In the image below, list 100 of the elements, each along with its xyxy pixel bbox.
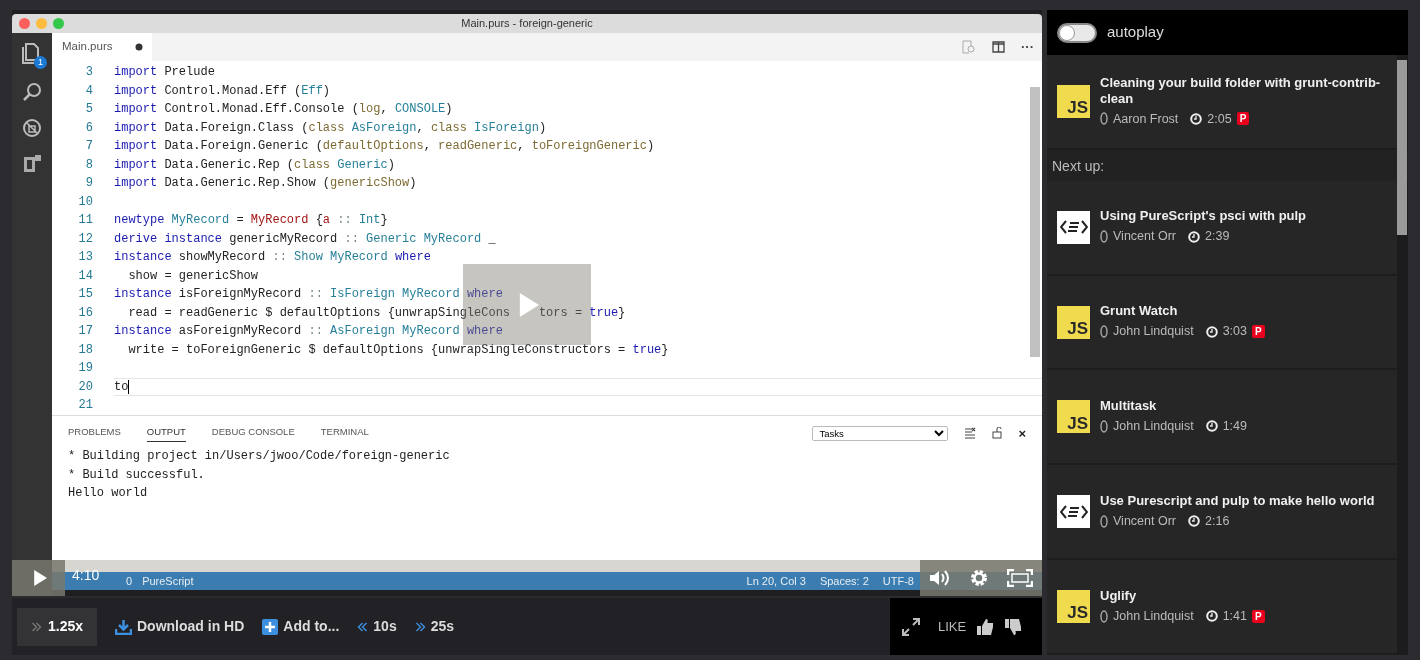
clock-icon	[1188, 515, 1200, 528]
download-button[interactable]: Download in HD	[115, 616, 245, 637]
editor-tab[interactable]: Main.purs	[52, 33, 152, 61]
oval-icon	[1100, 514, 1108, 528]
playlist-item[interactable]: Using PureScript's psci with pulp Vincent Orr 2:39	[1047, 180, 1397, 276]
like-label: LIKE	[938, 617, 967, 636]
oval-icon	[1100, 325, 1108, 339]
code-line: newtype MyRecord = MyRecord {a :: Int}	[114, 212, 388, 229]
settings-icon[interactable]	[969, 568, 989, 588]
speed-button[interactable]: 1.25x	[17, 607, 97, 646]
debug-icon[interactable]	[22, 117, 42, 138]
scrollbar[interactable]	[1030, 87, 1040, 357]
panel-tab[interactable]: TERMINAL	[320, 424, 369, 442]
add-button[interactable]: Add to...	[262, 616, 340, 637]
code-logo	[1057, 495, 1090, 529]
line-number: 17	[77, 323, 93, 341]
code-line: import Data.Generic.Rep (class Generic)	[114, 156, 395, 174]
clock-icon	[1205, 325, 1218, 338]
forward-button[interactable]: 25s	[414, 616, 455, 637]
js-logo: JS	[1057, 590, 1090, 624]
time-label: 4:10	[72, 566, 100, 585]
video-title: Uglify	[1100, 587, 1138, 604]
clear-output-icon[interactable]	[964, 427, 977, 440]
thumbs-up-icon[interactable]	[976, 617, 995, 636]
code-line: read = readGeneric $ defaultOptions {unwrapSingleCons	[127, 304, 511, 322]
line-number: 4	[84, 82, 93, 100]
close-button[interactable]: ×	[1018, 423, 1026, 443]
extensions-icon[interactable]	[22, 153, 42, 173]
code-line: tors = true}	[538, 304, 626, 322]
code-line: to	[114, 378, 130, 396]
oval-icon	[1100, 419, 1108, 433]
code-line: import Control.Monad.Eff (Eff)	[114, 82, 331, 100]
duration-label: 3:03	[1222, 323, 1247, 341]
playlist-item[interactable]: JS Multitask John Lindquist 1:49	[1047, 370, 1397, 466]
oval-icon	[1100, 609, 1108, 623]
duration-label: 2:05	[1207, 110, 1232, 128]
status-item[interactable]: Spaces: 2	[819, 572, 869, 590]
line-number: 12	[77, 230, 93, 248]
panel-tab[interactable]: DEBUG CONSOLE	[211, 424, 295, 442]
panel-tab[interactable]: PROBLEMS	[68, 424, 121, 442]
code-line: import Data.Foreign.Class (class AsForeign, class IsForeign)	[114, 119, 547, 137]
back-button[interactable]: 10s	[357, 616, 397, 637]
count-badge: 1	[34, 55, 47, 69]
duration-label: 1:41	[1222, 607, 1247, 625]
status-item[interactable]: Ln 20, Col 3	[746, 572, 806, 590]
expand-icon[interactable]	[902, 617, 920, 636]
play-button[interactable]	[12, 560, 65, 596]
code-line: import Control.Monad.Eff.Console (log, CONSOLE)	[114, 101, 453, 118]
lock-icon[interactable]	[992, 427, 1003, 440]
forward-chevrons-icon	[414, 621, 426, 632]
thumbs-down-icon[interactable]	[1004, 617, 1023, 636]
line-number: 13	[77, 249, 93, 267]
window-title: Main.purs - foreign-generic	[461, 16, 593, 32]
status-item[interactable]: 0	[126, 572, 133, 590]
output-line: * Building project in/Users/jwoo/Code/foreign-generic	[68, 448, 451, 465]
js-logo: JS	[1057, 84, 1090, 118]
line-number: 5	[84, 101, 93, 119]
code-line: instance isForeignMyRecord :: IsForeign MyRecord where	[114, 286, 503, 303]
line-number: 8	[84, 156, 93, 174]
autoplay-toggle[interactable]	[1057, 22, 1097, 43]
playlist-item[interactable]: JS Uglify John Lindquist 1:41 P	[1047, 560, 1397, 655]
code-line: write = toForeignGeneric $ defaultOptions {unwrapSingleConstructors = true}	[127, 341, 669, 359]
search-icon[interactable]	[22, 81, 42, 102]
code-line: instance showMyRecord :: Show MyRecord where	[114, 249, 431, 266]
duration-label: 1:49	[1222, 418, 1247, 435]
clock-icon	[1188, 230, 1200, 243]
author-name: Vincent Orr	[1113, 228, 1176, 246]
volume-icon[interactable]	[929, 569, 951, 587]
line-number: 10	[77, 193, 93, 211]
video-title: Using PureScript's psci with pulp	[1100, 208, 1307, 225]
code-line: instance asForeignMyRecord :: AsForeign MyRecord where	[114, 323, 503, 340]
path-link[interactable]: /Users/jwoo/Code/foreign-generic	[219, 449, 450, 463]
code-line: import Data.Foreign.Generic (defaultOptions, readGeneric, toForeignGeneric)	[114, 138, 655, 155]
js-logo: JS	[1057, 305, 1090, 339]
line-number: 11	[77, 212, 93, 230]
pro-badge: P	[1251, 325, 1265, 339]
duration-label: 2:39	[1205, 228, 1230, 246]
video-title: Grunt Watch	[1100, 303, 1179, 320]
oval-icon	[1100, 112, 1108, 126]
playlist-item[interactable]: JS Grunt Watch John Lindquist 3:03 P	[1047, 275, 1397, 371]
status-item[interactable]: PureScript	[142, 572, 194, 590]
line-number: 9	[84, 175, 93, 193]
output-line: Hello world	[68, 485, 149, 502]
oval-icon	[1100, 230, 1108, 244]
js-logo: JS	[1057, 400, 1090, 434]
pro-badge: P	[1251, 609, 1265, 623]
line-number: 19	[77, 360, 93, 378]
status-item[interactable]: UTF-8	[882, 572, 914, 590]
line-number: 21	[77, 397, 93, 415]
split-editor-icon[interactable]	[992, 41, 1005, 53]
tasks-select[interactable]: Tasks	[812, 425, 949, 441]
fullscreen-icon[interactable]	[1007, 569, 1033, 587]
code-logo	[1057, 210, 1090, 244]
clock-icon	[1190, 112, 1203, 125]
more-button[interactable]: ···	[1021, 37, 1034, 57]
panel-tab[interactable]: OUTPUT	[146, 424, 186, 442]
output-line: * Build successful.	[68, 466, 206, 484]
code-line: show = genericShow	[127, 267, 259, 285]
playlist-item[interactable]: Use Purescript and pulp to make hello world Vincent Orr 2:16	[1047, 465, 1397, 561]
scrollbar[interactable]	[1397, 60, 1407, 235]
